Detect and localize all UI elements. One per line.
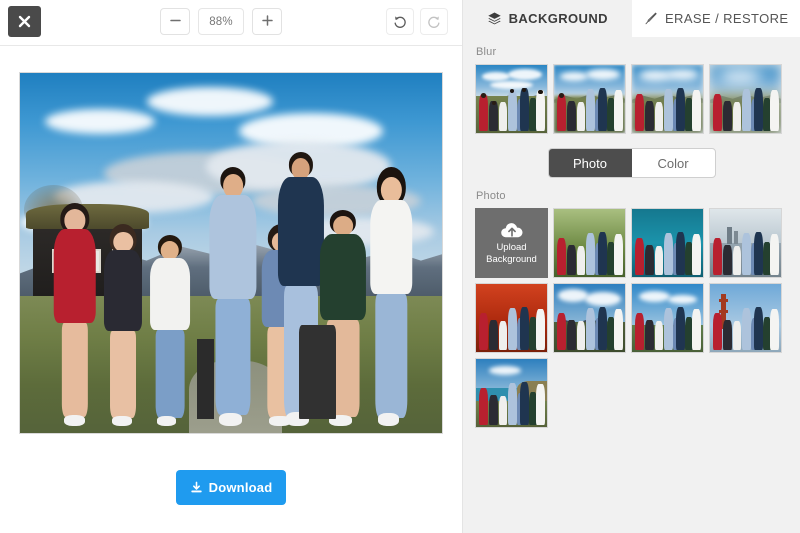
- redo-button[interactable]: [420, 8, 448, 35]
- photo-option-bg-coast[interactable]: [475, 358, 548, 428]
- edited-photo: [20, 73, 442, 433]
- photo-option-bg-forest[interactable]: [553, 208, 626, 278]
- blur-section-label: Blur: [476, 46, 497, 58]
- tab-background-label: BACKGROUND: [508, 11, 608, 26]
- layers-icon: [487, 11, 502, 26]
- blur-option-strong[interactable]: [709, 64, 782, 134]
- tab-erase-restore-label: ERASE / RESTORE: [664, 11, 789, 26]
- photo-option-bg-autumn[interactable]: [475, 283, 548, 353]
- editor-pane: 88% Download: [0, 0, 462, 533]
- upload-label-line2: Background: [486, 253, 537, 265]
- redo-icon: [426, 14, 442, 30]
- editor-toolbar: 88%: [0, 0, 462, 46]
- close-icon: [18, 15, 31, 28]
- tab-background[interactable]: BACKGROUND: [463, 0, 632, 37]
- download-button-label: Download: [208, 480, 273, 495]
- panel-body: Blur Photo Color Photo Upload Background: [463, 37, 800, 533]
- blur-option-none[interactable]: [475, 64, 548, 134]
- photo-option-bg-clouds[interactable]: [553, 283, 626, 353]
- tab-erase-restore[interactable]: ERASE / RESTORE: [631, 0, 800, 37]
- source-toggle: Photo Color: [475, 148, 788, 178]
- photo-section-label: Photo: [476, 190, 506, 202]
- upload-label-line1: Upload: [496, 241, 527, 253]
- download-button[interactable]: Download: [176, 470, 286, 505]
- zoom-in-button[interactable]: [252, 8, 282, 35]
- photo-thumbnail-grid: Upload Background: [475, 208, 788, 428]
- cloud-upload-icon: [499, 221, 525, 242]
- blur-thumbnail-grid: [475, 64, 788, 134]
- minus-icon: [169, 13, 182, 30]
- tools-panel: BACKGROUND ERASE / RESTORE Blur Photo Co…: [462, 0, 800, 533]
- download-icon: [190, 481, 203, 494]
- photo-person: [50, 202, 101, 426]
- zoom-out-button[interactable]: [160, 8, 190, 35]
- background-remover-app: 88% Download BACKGROUND ERASE / RESTORE …: [0, 0, 800, 533]
- image-canvas[interactable]: [19, 72, 443, 434]
- history-controls: [386, 8, 448, 35]
- upload-background-button[interactable]: Upload Background: [475, 208, 548, 278]
- blur-option-light[interactable]: [553, 64, 626, 134]
- blur-option-medium[interactable]: [631, 64, 704, 134]
- photo-option-bg-city[interactable]: [709, 208, 782, 278]
- photo-option-bg-bridge[interactable]: [709, 283, 782, 353]
- brush-icon: [643, 11, 658, 26]
- toggle-photo[interactable]: Photo: [548, 149, 632, 177]
- photo-person: [147, 235, 193, 426]
- toggle-color[interactable]: Color: [632, 149, 715, 177]
- zoom-level-display: 88%: [198, 8, 244, 35]
- photo-person: [366, 166, 417, 426]
- zoom-controls: 88%: [160, 8, 282, 35]
- undo-button[interactable]: [386, 8, 414, 35]
- photo-person: [100, 224, 146, 426]
- plus-icon: [261, 13, 274, 30]
- close-button[interactable]: [8, 6, 41, 37]
- panel-tabs: BACKGROUND ERASE / RESTORE: [463, 0, 800, 37]
- photo-option-bg-teal[interactable]: [631, 208, 704, 278]
- photo-option-bg-beach-sky[interactable]: [631, 283, 704, 353]
- undo-icon: [392, 14, 408, 30]
